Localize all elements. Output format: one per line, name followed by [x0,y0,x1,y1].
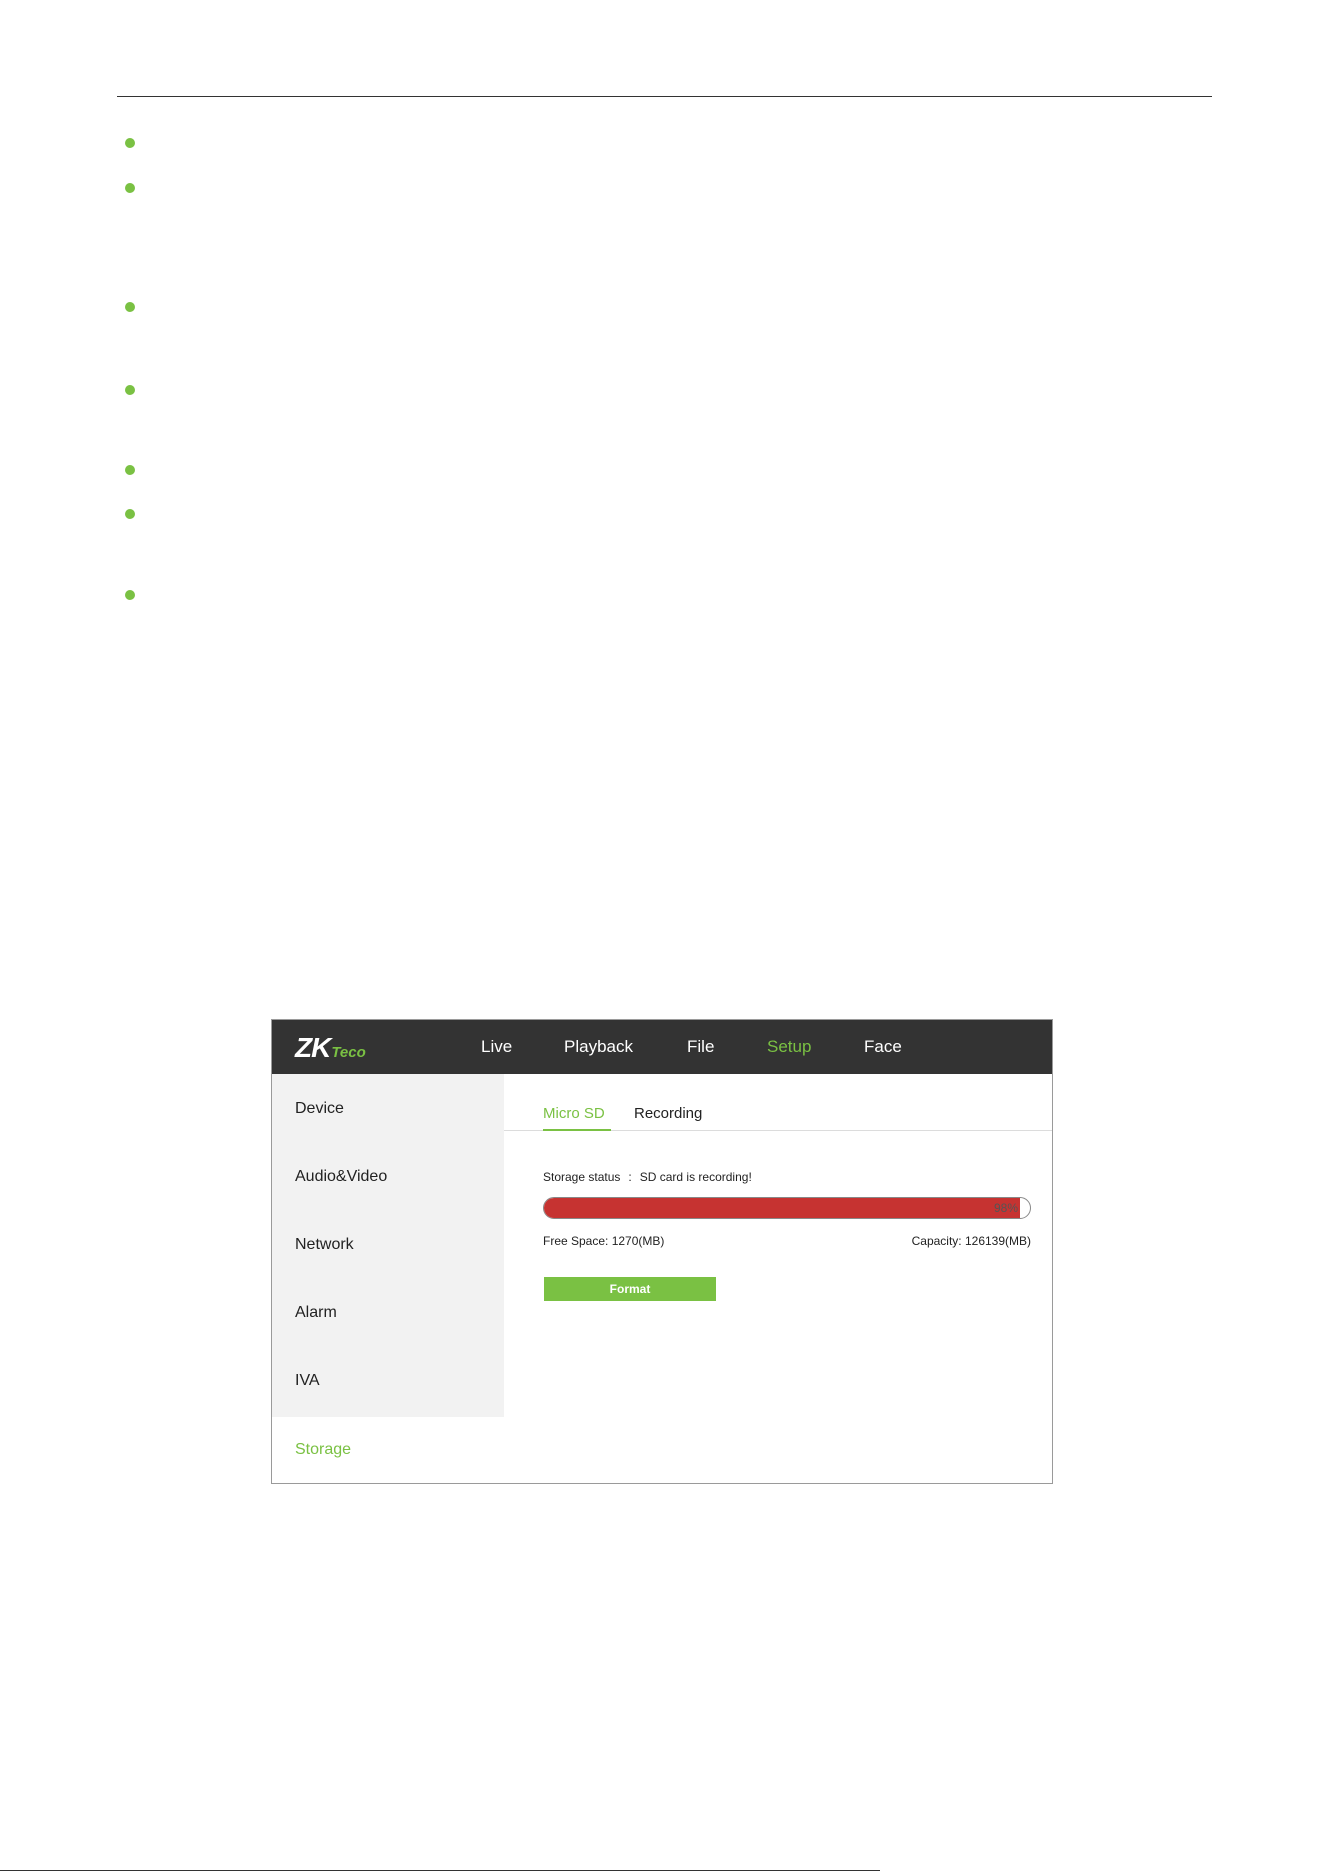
storage-status-row: Storage status: SD card is recording! [543,1170,752,1184]
logo-main-text: ZK [295,1032,331,1063]
storage-content-panel: Micro SD Recording Storage status: SD car… [504,1074,1052,1483]
nav-file[interactable]: File [687,1037,714,1057]
storage-status-separator: : [628,1170,632,1184]
sidebar-item-storage[interactable]: Storage [295,1441,351,1459]
tab-micro-sd[interactable]: Micro SD [543,1105,605,1122]
storage-settings-screenshot: ZK Teco Live Playback File Setup Face De… [271,1019,1053,1484]
page-footer-rule [0,1870,880,1871]
sidebar-item-audio-video[interactable]: Audio&Video [295,1168,387,1186]
free-space-text: Free Space: 1270(MB) [543,1234,665,1248]
tab-recording[interactable]: Recording [634,1105,702,1122]
page-header-rule [117,96,1212,97]
storage-status-value: SD card is recording! [639,1170,752,1184]
nav-face[interactable]: Face [864,1037,902,1057]
sidebar-item-alarm[interactable]: Alarm [295,1304,337,1322]
bullet-icon [125,385,135,395]
bullet-icon [125,302,135,312]
logo-accent-text: Teco [331,1044,366,1061]
storage-usage-fill [544,1198,1021,1218]
sidebar-item-network[interactable]: Network [295,1236,354,1254]
storage-usage-bar: 98% [543,1197,1031,1219]
nav-playback[interactable]: Playback [564,1037,633,1057]
format-button[interactable]: Format [544,1277,716,1301]
bullet-icon [125,138,135,148]
sidebar-item-iva[interactable]: IVA [295,1372,320,1390]
zkteco-logo: ZK Teco [295,1032,366,1063]
bullet-icon [125,509,135,519]
active-tab-indicator [543,1129,611,1131]
bullet-icon [125,183,135,193]
storage-usage-percent: 98% [993,1201,1018,1215]
nav-live[interactable]: Live [481,1037,512,1057]
capacity-text: Capacity: 126139(MB) [911,1234,1031,1248]
top-navigation-bar: ZK Teco Live Playback File Setup Face [272,1020,1052,1074]
nav-setup[interactable]: Setup [767,1037,811,1057]
bullet-icon [125,465,135,475]
bullet-icon [125,590,135,600]
sidebar-item-device[interactable]: Device [295,1100,344,1118]
storage-status-label: Storage status [543,1170,621,1184]
